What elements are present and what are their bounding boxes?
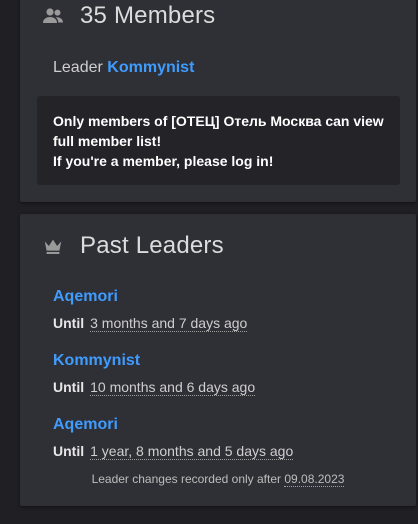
members-notice: Only members of [ОТЕЦ] Отель Москва can … — [37, 96, 400, 185]
past-leaders-card: Past Leaders Aqemori Until 3 months and 7… — [20, 214, 416, 506]
past-leader-entry: Aqemori Until 1 year, 8 months and 5 days… — [53, 415, 294, 460]
past-leader-until: Until 3 months and 7 days ago — [53, 314, 248, 332]
group-icon — [40, 3, 66, 29]
past-leader-name-link[interactable]: Aqemori — [53, 415, 293, 435]
past-leader-until: Until 1 year, 8 months and 5 days ago — [53, 442, 294, 460]
leader-label: Leader — [53, 59, 103, 76]
past-leader-name-link[interactable]: Kommynist — [53, 351, 255, 371]
past-leader-entry: Kommynist Until 10 months and 6 days ago — [53, 351, 256, 396]
leader-changes-footnote: Leader changes recorded only after 09.08… — [20, 472, 416, 487]
page: 35 Members Leader Kommynist Only members… — [0, 0, 418, 524]
leader-name-link[interactable]: Kommynist — [107, 59, 194, 76]
past-leader-until: Until 10 months and 6 days ago — [53, 378, 256, 396]
footnote-date: 09.08.2023 — [284, 472, 345, 487]
footnote-text: Leader changes recorded only after — [91, 472, 282, 486]
notice-line-1: Only members of [ОТЕЦ] Отель Москва can … — [53, 113, 384, 149]
until-label: Until — [53, 379, 85, 395]
until-time: 10 months and 6 days ago — [90, 379, 256, 396]
past-leaders-title-text: Past Leaders — [80, 232, 224, 259]
past-leaders-title: Past Leaders — [40, 232, 224, 260]
crown-icon — [40, 233, 66, 259]
until-time: 1 year, 8 months and 5 days ago — [90, 443, 294, 460]
until-label: Until — [53, 315, 85, 331]
past-leader-name-link[interactable]: Aqemori — [53, 287, 247, 307]
past-leader-entry: Aqemori Until 3 months and 7 days ago — [53, 287, 248, 332]
members-card: 35 Members Leader Kommynist Only members… — [20, 0, 416, 202]
until-time: 3 months and 7 days ago — [90, 315, 248, 332]
until-label: Until — [53, 443, 85, 459]
current-leader: Leader Kommynist — [53, 59, 194, 77]
members-title-text: 35 Members — [80, 2, 216, 29]
members-title: 35 Members — [40, 2, 215, 30]
notice-line-2: If you're a member, please log in! — [53, 153, 274, 169]
